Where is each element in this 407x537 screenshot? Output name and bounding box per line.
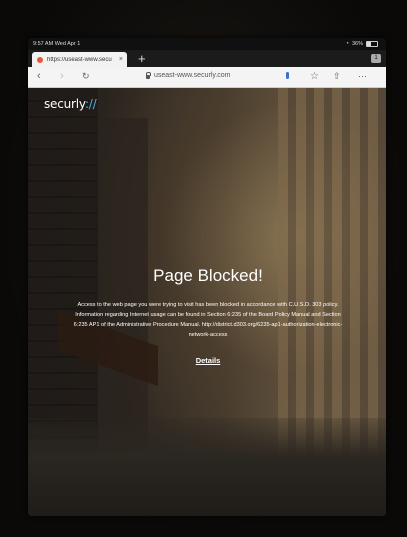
lock-icon <box>146 71 151 79</box>
details-link[interactable]: Details <box>196 356 221 365</box>
browser-tab[interactable]: https://useast-www.secu × <box>32 52 127 67</box>
favicon-icon <box>37 56 43 63</box>
forward-chevron-icon[interactable]: › <box>60 70 64 82</box>
close-tab-icon[interactable]: × <box>119 56 123 63</box>
new-tab-button[interactable]: + <box>138 51 146 66</box>
status-time: 9:57 AM Wed Apr 1 <box>33 41 81 47</box>
address-text: useast-www.securly.com <box>154 72 231 79</box>
tab-count-badge[interactable]: 1 <box>371 54 381 63</box>
share-icon[interactable]: ⇧ <box>333 71 341 82</box>
logo-accent: :// <box>84 97 97 111</box>
status-bar: 9:57 AM Wed Apr 1 ◔ 36% <box>28 38 386 50</box>
blocked-page: securly:// Page Blocked! Access to the w… <box>28 88 386 516</box>
browser-toolbar: ‹ › ↻ useast-www.securly.com ☆ ⇧ ⋯ <box>28 67 386 88</box>
securly-logo: securly:// <box>44 97 97 111</box>
battery-percent: 36% <box>351 41 363 47</box>
blocked-explanation: Access to the web page you were trying t… <box>73 302 343 338</box>
blocked-message-panel: Page Blocked! Access to the web page you… <box>68 266 348 368</box>
address-bar[interactable]: useast-www.securly.com <box>146 71 231 79</box>
tablet-screen: 9:57 AM Wed Apr 1 ◔ 36% https://useast-w… <box>28 38 386 516</box>
back-chevron-icon[interactable]: ‹ <box>37 70 41 82</box>
wifi-icon: ◔ <box>345 41 349 47</box>
status-indicators: ◔ 36% <box>345 41 378 47</box>
ellipsis-icon[interactable]: ⋯ <box>358 71 367 82</box>
logo-text: securly <box>44 97 85 111</box>
tab-bar: https://useast-www.secu × + 1 <box>28 50 386 67</box>
battery-icon <box>366 41 378 47</box>
star-icon[interactable]: ☆ <box>310 71 319 82</box>
microphone-icon[interactable] <box>286 72 289 79</box>
reload-icon[interactable]: ↻ <box>82 71 90 82</box>
page-title: Page Blocked! <box>153 266 263 285</box>
tab-title: https://useast-www.secu <box>47 56 112 63</box>
